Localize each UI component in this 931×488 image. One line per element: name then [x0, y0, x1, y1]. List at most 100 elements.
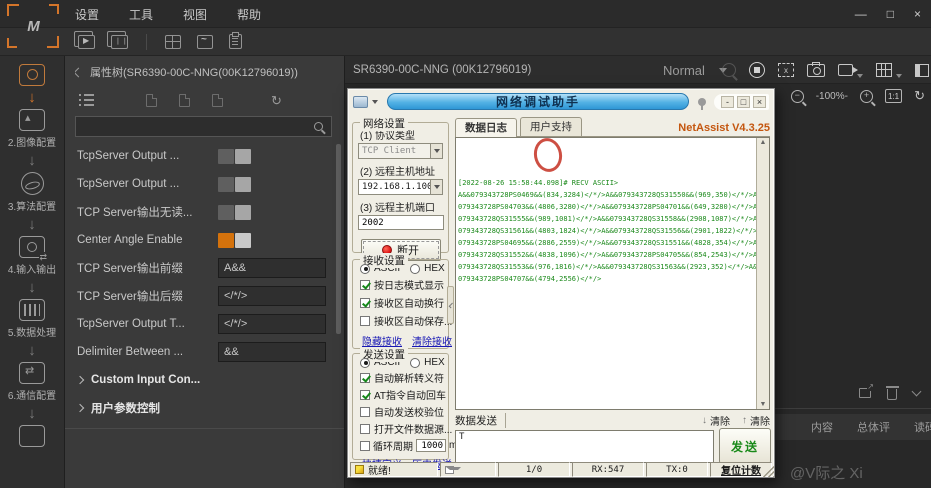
rotate-view-icon[interactable]: ↻ [914, 88, 925, 104]
search-input[interactable] [76, 121, 314, 133]
recv-ascii-radio[interactable] [360, 264, 370, 274]
menu-item[interactable]: 工具 [129, 6, 153, 23]
menu-item[interactable]: 视图 [183, 6, 207, 23]
file-source-checkbox[interactable] [360, 424, 370, 434]
panel-divider [65, 428, 344, 429]
hide-receive-link[interactable]: 隐藏接收 [362, 333, 402, 348]
prefix-field[interactable] [218, 258, 326, 278]
run-flow-icon[interactable] [78, 35, 95, 49]
cycle-checkbox[interactable] [360, 441, 370, 451]
toggle-switch[interactable] [218, 177, 251, 192]
protocol-select[interactable]: TCP Client [358, 143, 443, 159]
tab-data-log[interactable]: 数据日志 [455, 118, 517, 137]
clear-down-button[interactable]: ↓清除 [702, 413, 730, 428]
side-panel-icon[interactable] [915, 64, 929, 77]
host-label: (2) 远程主机地址 [360, 163, 448, 178]
cycle-period-field[interactable] [416, 439, 446, 452]
chevron-down-icon[interactable] [912, 387, 922, 397]
status-ready: 就绪! [368, 462, 391, 477]
save-config-icon[interactable] [212, 94, 223, 107]
maximize-icon[interactable]: □ [887, 7, 894, 21]
menu-bar: 设置 工具 视图 帮助 [75, 0, 261, 28]
toggle-switch[interactable] [218, 205, 251, 220]
property-group-user-params[interactable]: 用户参数控制 [77, 394, 328, 422]
auto-save-checkbox[interactable] [360, 316, 370, 326]
dialog-close-icon[interactable]: × [753, 96, 766, 108]
pin-icon[interactable] [698, 98, 706, 106]
terminator-field[interactable] [218, 314, 326, 334]
dialog-titlebar[interactable]: 网络调试助手 - □ × [350, 91, 772, 112]
rail-step-image-config[interactable]: 2.图像配置 [8, 109, 56, 149]
delimiter-field[interactable] [218, 342, 326, 362]
back-icon[interactable] [75, 67, 83, 77]
log-line: 079343728PS04703&&(4806,3280)</*/>A&&079… [458, 201, 754, 213]
refresh-icon[interactable]: ↻ [271, 94, 282, 107]
clear-receive-link[interactable]: 清除接收 [412, 333, 452, 348]
log-mode-checkbox[interactable] [360, 280, 370, 290]
rail-step-next[interactable] [19, 425, 45, 447]
port-field[interactable] [358, 215, 444, 230]
record-stop-icon[interactable] [749, 62, 765, 78]
device-header: SR6390-00C-NNG (00K12796019) Normal x [345, 56, 931, 84]
escape-parse-checkbox[interactable] [360, 373, 370, 383]
fit-view-icon[interactable]: x [778, 63, 794, 77]
device-tab[interactable]: SR6390-00C-NNG (00K12796019) [353, 56, 531, 84]
tree-list-icon[interactable] [79, 94, 94, 106]
scrollbar-thumb[interactable] [336, 144, 341, 334]
clear-up-button[interactable]: ↑清除 [742, 413, 770, 428]
dialog-app-icon[interactable] [353, 96, 368, 108]
tab-user-support[interactable]: 用户支持 [520, 117, 582, 136]
property-group-custom-input[interactable]: Custom Input Con... [77, 366, 328, 394]
at-return-checkbox[interactable] [360, 390, 370, 400]
collapse-splitter[interactable] [447, 286, 454, 324]
log-clipboard-icon[interactable] [229, 34, 242, 49]
rail-step-io[interactable]: 4.输入输出 [8, 236, 56, 276]
video-record-icon[interactable] [838, 64, 853, 76]
actual-size-icon[interactable]: 1:1 [885, 89, 902, 103]
zoom-level: -100%- [816, 91, 848, 102]
export-icon[interactable] [859, 388, 871, 398]
host-select[interactable]: 192.168.1.100 [358, 179, 443, 195]
rail-step-camera[interactable] [19, 64, 45, 86]
log-line: A&&079343728PS0469&&(834,3284)</*/>A&&07… [458, 189, 754, 201]
minimize-icon[interactable]: — [855, 7, 867, 21]
reset-count-link[interactable]: 复位计数 [721, 462, 761, 477]
receive-log-area[interactable]: [2022-08-26 15:58:44.098]# RECV ASCII>A&… [455, 137, 770, 410]
split-view-icon[interactable] [876, 63, 892, 77]
import-config-icon[interactable] [146, 94, 157, 107]
menu-item[interactable]: 设置 [75, 6, 99, 23]
rail-step-comm[interactable]: 6.通信配置 [8, 362, 56, 402]
send-hex-radio[interactable] [410, 358, 420, 368]
checksum-checkbox[interactable] [360, 407, 370, 417]
mode-selector[interactable]: Normal [663, 56, 727, 84]
toggle-switch[interactable] [218, 233, 251, 248]
rail-step-algorithm[interactable]: 3.算法配置 [8, 172, 56, 213]
export-config-icon[interactable] [179, 94, 190, 107]
chart-icon[interactable] [197, 35, 213, 49]
column-header: 读码 [902, 419, 931, 435]
log-text: [2022-08-26 15:58:44.098]# RECV ASCII>A&… [456, 138, 756, 409]
trash-icon[interactable] [887, 389, 897, 400]
send-ascii-radio[interactable] [360, 358, 370, 368]
recv-hex-radio[interactable] [410, 264, 420, 274]
search-icon[interactable] [314, 122, 323, 131]
locate-cursor-icon[interactable] [722, 63, 736, 77]
flow-arrow-icon: ↓ [28, 90, 36, 105]
rail-step-data[interactable]: 5.数据处理 [8, 299, 56, 339]
dialog-maximize-icon[interactable]: □ [737, 96, 750, 108]
log-scrollbar[interactable]: ▲▼ [756, 138, 769, 409]
send-input[interactable]: T [455, 430, 714, 463]
menu-item[interactable]: 帮助 [237, 6, 261, 23]
stop-flow-icon[interactable] [111, 35, 128, 49]
zoom-in-icon[interactable] [860, 90, 873, 103]
layout-grid-icon[interactable] [165, 35, 181, 49]
send-button[interactable]: 发送 [719, 428, 771, 464]
suffix-field[interactable] [218, 286, 326, 306]
snapshot-camera-icon[interactable] [807, 64, 825, 77]
zoom-out-icon[interactable] [791, 90, 804, 103]
dialog-minimize-icon[interactable]: - [721, 96, 734, 108]
toggle-switch[interactable] [218, 149, 251, 164]
close-icon[interactable]: × [914, 7, 921, 21]
property-tree-title: 属性树(SR6390-00C-NNG(00K12796019)) [90, 64, 298, 80]
auto-wrap-checkbox[interactable] [360, 298, 370, 308]
